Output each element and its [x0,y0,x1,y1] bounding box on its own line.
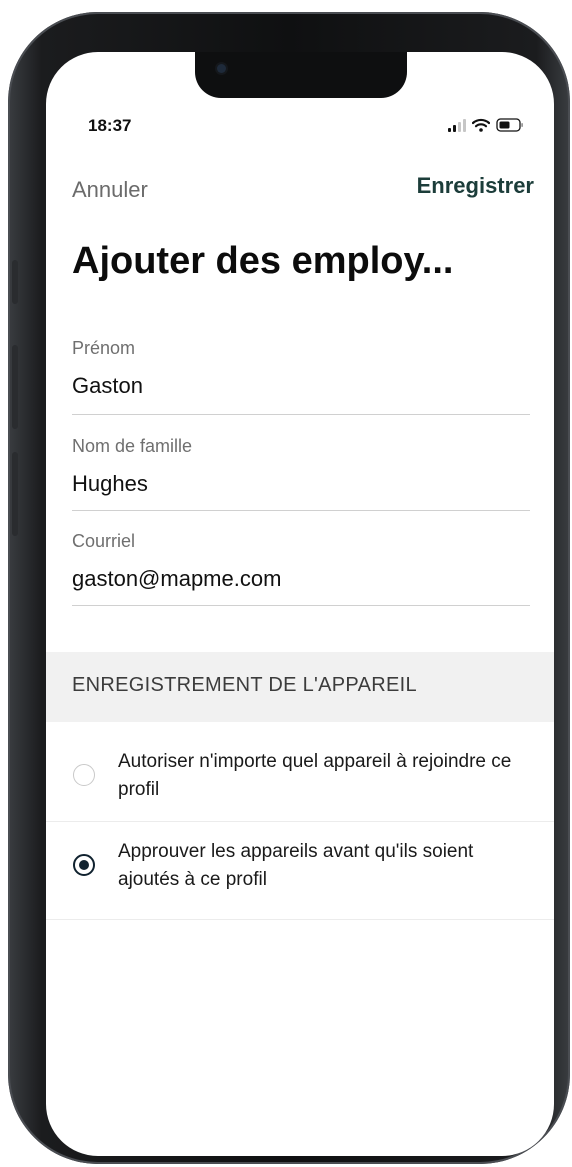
option-label: Approuver les appareils avant qu'ils soi… [118,841,474,890]
mute-switch [12,260,18,304]
notch [195,52,407,98]
last-name-input[interactable] [72,469,530,499]
first-name-field[interactable]: Prénom [72,338,530,415]
signal-icon [448,119,466,132]
device-registration-header: ENREGISTREMENT DE L'APPAREIL [46,652,554,722]
email-input[interactable] [72,564,530,594]
phone-screen: 18:37 Annuler Enregistrer Ajouter des em… [46,52,554,1156]
wifi-icon [472,118,490,132]
camera-icon [217,64,226,73]
status-icons [448,118,524,132]
last-name-field[interactable]: Nom de famille [72,436,530,511]
page-title: Ajouter des employ... [72,240,454,282]
email-label: Courriel [72,531,136,551]
first-name-label: Prénom [72,338,136,358]
section-title: ENREGISTREMENT DE L'APPAREIL [72,674,417,696]
email-field[interactable]: Courriel [72,531,530,606]
radio-button-selected[interactable] [73,854,95,876]
last-name-label: Nom de famille [72,436,193,456]
option-approve-devices[interactable]: Approuver les appareils avant qu'ils soi… [46,822,554,920]
cancel-button[interactable]: Annuler [72,177,148,203]
status-time: 18:37 [88,116,132,135]
option-allow-any-device[interactable]: Autoriser n'importe quel appareil à rejo… [46,732,554,822]
save-button[interactable]: Enregistrer [417,173,534,199]
radio-button-unselected[interactable] [73,764,95,786]
first-name-input[interactable] [72,371,530,401]
volume-down-button [12,452,18,536]
radio-dot [79,860,89,870]
option-label: Autoriser n'importe quel appareil à rejo… [118,751,512,800]
volume-up-button [12,345,18,429]
phone-frame: 18:37 Annuler Enregistrer Ajouter des em… [8,12,570,1164]
battery-icon [496,118,524,132]
